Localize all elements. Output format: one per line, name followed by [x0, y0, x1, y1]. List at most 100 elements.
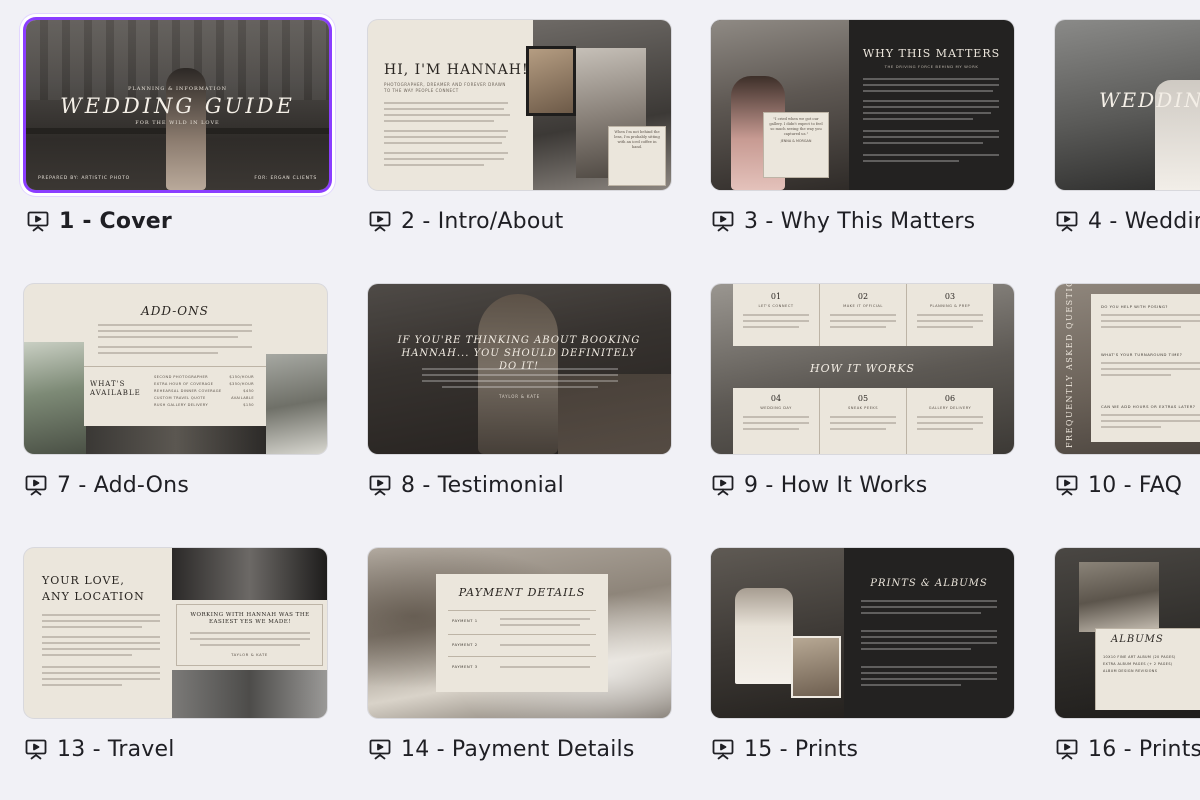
addon-name: REHEARSAL DINNER COVERAGE	[154, 389, 222, 393]
beach-photo	[266, 354, 327, 454]
travel-title-1: YOUR LOVE,	[42, 574, 125, 587]
slide-label: 8 - Testimonial	[368, 470, 564, 500]
albums-list: 10X10 FINE ART ALBUM (20 PAGES) EXTRA AL…	[1103, 654, 1200, 675]
quote-box: "I cried when we got our gallery. I didn…	[763, 112, 829, 178]
wedding-title: WEDDING G	[1099, 88, 1200, 112]
album-item: EXTRA ALBUM PAGES (+ 2 PAGES)	[1103, 662, 1173, 666]
couple-photo	[172, 548, 327, 600]
slide-thumbnail[interactable]: WORKING WITH HANNAH WAS THE EASIEST YES …	[24, 548, 327, 718]
small-print-photo	[791, 636, 841, 698]
step-number: 04	[770, 394, 782, 403]
presentation-board-icon	[369, 475, 391, 496]
presentation-board-icon	[712, 739, 734, 760]
payment-row-label: PAYMENT 1	[452, 618, 478, 623]
payment-row-label: PAYMENT 3	[452, 664, 478, 669]
slide-thumbnail[interactable]: ALBUMS 10X10 FINE ART ALBUM (20 PAGES) E…	[1055, 548, 1200, 718]
addon-row: RUSH GALLERY DELIVERY $150	[154, 402, 254, 409]
step-name: PLANNING & PREP	[929, 304, 971, 308]
addons-list: SECOND PHOTOGRAPHER $150/HOUR EXTRA HOUR …	[154, 374, 254, 409]
cover-title: WEDDING GUIDE	[60, 94, 295, 118]
presentation-board-icon	[1056, 211, 1078, 232]
slide-thumbnail[interactable]: "I cried when we got our gallery. I didn…	[711, 20, 1014, 190]
intro-title: HI, I'M HANNAH!	[384, 62, 529, 78]
step-number: 01	[770, 292, 782, 301]
garden-photo	[24, 342, 86, 454]
step-number: 03	[944, 292, 956, 301]
slide-title: 4 - Wedding Guide	[1088, 208, 1200, 234]
addon-row: CUSTOM TRAVEL QUOTE AVAILABLE	[154, 395, 254, 402]
step-name: SNEAK PEEKS	[847, 406, 879, 410]
travel-title-2: ANY LOCATION	[42, 590, 145, 603]
intro-subtitle: PHOTOGRAPHER, DREAMER AND FOREVER DRAWN …	[384, 82, 506, 93]
strip-photo	[86, 422, 266, 454]
presentation-board-icon	[712, 211, 734, 232]
slide-thumbnail[interactable]: 01 02 03 LET'S CONNECT MAKE IT OFFICIAL …	[711, 284, 1014, 454]
bride-photo	[735, 588, 793, 684]
addon-name: SECOND PHOTOGRAPHER	[154, 375, 209, 379]
addons-title: ADD-ONS	[141, 304, 209, 318]
presentation-board-icon	[25, 739, 47, 760]
slide-title: 1 - Cover	[59, 208, 172, 234]
why-subtitle: THE DRIVING FORCE BEHIND MY WORK	[884, 64, 979, 69]
slide-thumbnail[interactable]: PAYMENT DETAILS PAYMENT 1 PAYMENT 2 PAYM…	[368, 548, 671, 718]
slide-label: 13 - Travel	[24, 734, 175, 764]
step-name: LET'S CONNECT	[758, 304, 794, 308]
slide-label: 9 - How It Works	[711, 470, 927, 500]
addon-price: AVAILABLE	[231, 396, 254, 400]
slide-title: 13 - Travel	[57, 736, 175, 762]
slide-label: 16 - Prints	[1055, 734, 1200, 764]
quote-box: When I'm not behind the lens, I'm probab…	[608, 126, 666, 186]
quote-text: When I'm not behind the lens, I'm probab…	[614, 130, 660, 149]
slide-thumbnail[interactable]: When I'm not behind the lens, I'm probab…	[368, 20, 671, 190]
quote-text: "I cried when we got our gallery. I didn…	[769, 117, 823, 136]
slide-title: 7 - Add-Ons	[57, 472, 189, 498]
cover-subtitle: FOR THE WILD IN LOVE	[135, 120, 220, 126]
addon-name: RUSH GALLERY DELIVERY	[154, 403, 209, 407]
how-title: HOW IT WORKS	[810, 362, 915, 375]
step-name: MAKE IT OFFICIAL	[843, 304, 883, 308]
step-number: 06	[944, 394, 956, 403]
addon-row: SECOND PHOTOGRAPHER $150/HOUR	[154, 374, 254, 381]
travel-quote: WORKING WITH HANNAH WAS THE EASIEST YES …	[190, 612, 310, 625]
slide-label: 1 - Cover	[26, 206, 172, 236]
slide-label: 14 - Payment Details	[368, 734, 635, 764]
albums-title: ALBUMS	[1111, 634, 1164, 645]
slide-thumbnail[interactable]: PLANNING & INFORMATION WEDDING GUIDE FOR…	[26, 20, 329, 190]
addons-available: WHAT'S AVAILABLE	[90, 380, 141, 397]
presentation-board-icon	[712, 475, 734, 496]
faq-question: WHAT'S YOUR TURNAROUND TIME?	[1101, 352, 1183, 357]
addon-row: REHEARSAL DINNER COVERAGE $450	[154, 388, 254, 395]
presentation-board-icon	[1056, 475, 1078, 496]
presentation-board-icon	[369, 739, 391, 760]
album-item: ALBUM DESIGN REVISIONS	[1103, 669, 1158, 673]
slide-label: 4 - Wedding Guide	[1055, 206, 1200, 236]
travel-quote-author: TAYLOR & KATE	[231, 652, 268, 657]
slide-thumbnail[interactable]: IF YOU'RE THINKING ABOUT BOOKING HANNAH.…	[368, 284, 671, 454]
step-name: WEDDING DAY	[760, 406, 792, 410]
payment-row-label: PAYMENT 2	[452, 642, 478, 647]
slide-label: 2 - Intro/About	[368, 206, 563, 236]
slide-title: 15 - Prints	[744, 736, 859, 762]
slide-label: 10 - FAQ	[1055, 470, 1182, 500]
faq-vertical-title: FREQUENTLY ASKED QUESTIONS	[1065, 284, 1074, 448]
slide-label: 15 - Prints	[711, 734, 858, 764]
prints-title: PRINTS & ALBUMS	[870, 578, 988, 589]
slide-title: 3 - Why This Matters	[744, 208, 976, 234]
slide-thumbnail[interactable]: PRINTS & ALBUMS	[711, 548, 1014, 718]
slide-thumbnail[interactable]: ADD-ONS WHAT'S AVAILABLE SECOND PHOTOGRA…	[24, 284, 327, 454]
payment-title: PAYMENT DETAILS	[458, 586, 586, 599]
slide-thumbnail[interactable]: FREQUENTLY ASKED QUESTIONS DO YOU HELP W…	[1055, 284, 1200, 454]
presentation-board-icon	[27, 211, 49, 232]
slide-title: 2 - Intro/About	[401, 208, 564, 234]
step-name: GALLERY DELIVERY	[928, 406, 972, 410]
slide-title: 10 - FAQ	[1088, 472, 1183, 498]
slide-title: 16 - Prints	[1088, 736, 1200, 762]
slide-thumbnail[interactable]: WEDDING G	[1055, 20, 1200, 190]
addon-name: EXTRA HOUR OF COVERAGE	[154, 382, 214, 386]
slide-title: 9 - How It Works	[744, 472, 928, 498]
cover-kicker: PLANNING & INFORMATION	[128, 86, 227, 92]
faq-question: CAN WE ADD HOURS OR EXTRAS LATER?	[1101, 404, 1196, 409]
step-number: 02	[857, 292, 869, 301]
addon-name: CUSTOM TRAVEL QUOTE	[154, 396, 206, 400]
why-title: WHY THIS MATTERS	[862, 47, 1001, 60]
